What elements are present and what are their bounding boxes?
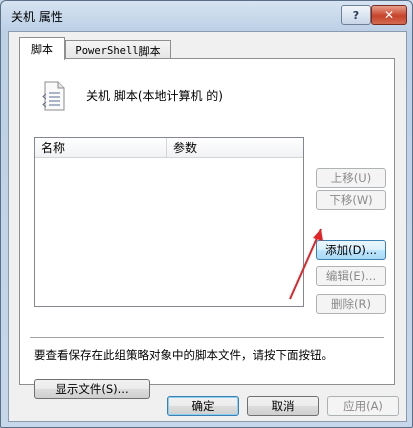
add-script-button[interactable]: 添加(D)...: [316, 240, 386, 260]
column-parameters-label: 参数: [173, 141, 198, 155]
script-file-icon: [42, 81, 65, 111]
column-header-parameters[interactable]: 参数: [167, 138, 303, 158]
help-icon: ?: [352, 8, 360, 22]
help-button[interactable]: ?: [341, 5, 371, 25]
edit-script-label: 编辑(E)...: [325, 269, 377, 283]
move-up-label: 上移(U): [330, 171, 372, 185]
tab-powershell-label-prefix: PowerShell: [75, 45, 139, 57]
show-files-info-text: 要查看保存在此组策略对象中的脚本文件，请按下面按钮。: [34, 348, 333, 362]
cancel-button[interactable]: 取消: [247, 396, 319, 416]
edit-script-button[interactable]: 编辑(E)...: [316, 266, 386, 286]
add-script-label: 添加(D)...: [325, 243, 377, 257]
window-title: 关机 属性: [11, 10, 63, 24]
ok-button[interactable]: 确定: [167, 396, 239, 416]
tab-powershell-label-suffix: 脚本: [138, 45, 161, 58]
divider: [30, 337, 384, 339]
cancel-label: 取消: [271, 399, 295, 413]
tab-scripts-label: 脚本: [31, 43, 53, 56]
dialog-client-area: 脚本 PowerShell 脚本 关机 脚本(本地计算机 的) 名称 参数 上移…: [8, 31, 407, 422]
column-name-label: 名称: [41, 141, 66, 155]
move-down-button[interactable]: 下移(W): [316, 190, 386, 210]
tab-scripts[interactable]: 脚本: [19, 37, 65, 60]
apply-button[interactable]: 应用(A): [327, 396, 399, 416]
close-button[interactable]: ✕: [371, 5, 407, 25]
properties-window: 关机 属性 ? ✕ 脚本 PowerShell 脚本 关机 脚本(本地计算机 的…: [0, 0, 413, 428]
close-icon: ✕: [383, 8, 395, 22]
column-header-name[interactable]: 名称: [35, 138, 167, 158]
show-files-label: 显示文件(S)...: [55, 382, 129, 396]
remove-script-button[interactable]: 删除(R): [316, 294, 386, 314]
ok-label: 确定: [191, 399, 215, 413]
scripts-list[interactable]: 名称 参数: [34, 137, 304, 307]
move-down-label: 下移(W): [329, 193, 373, 207]
remove-script-label: 删除(R): [331, 297, 371, 311]
scripts-header-text: 关机 脚本(本地计算机 的): [86, 89, 223, 103]
show-files-button[interactable]: 显示文件(S)...: [34, 379, 150, 399]
apply-label: 应用(A): [343, 399, 383, 413]
move-up-button[interactable]: 上移(U): [316, 168, 386, 188]
scripts-tab-panel: 关机 脚本(本地计算机 的) 名称 参数 上移(U) 下移(W) 添加(D)..…: [19, 58, 395, 399]
title-bar[interactable]: 关机 属性 ? ✕: [1, 1, 412, 29]
